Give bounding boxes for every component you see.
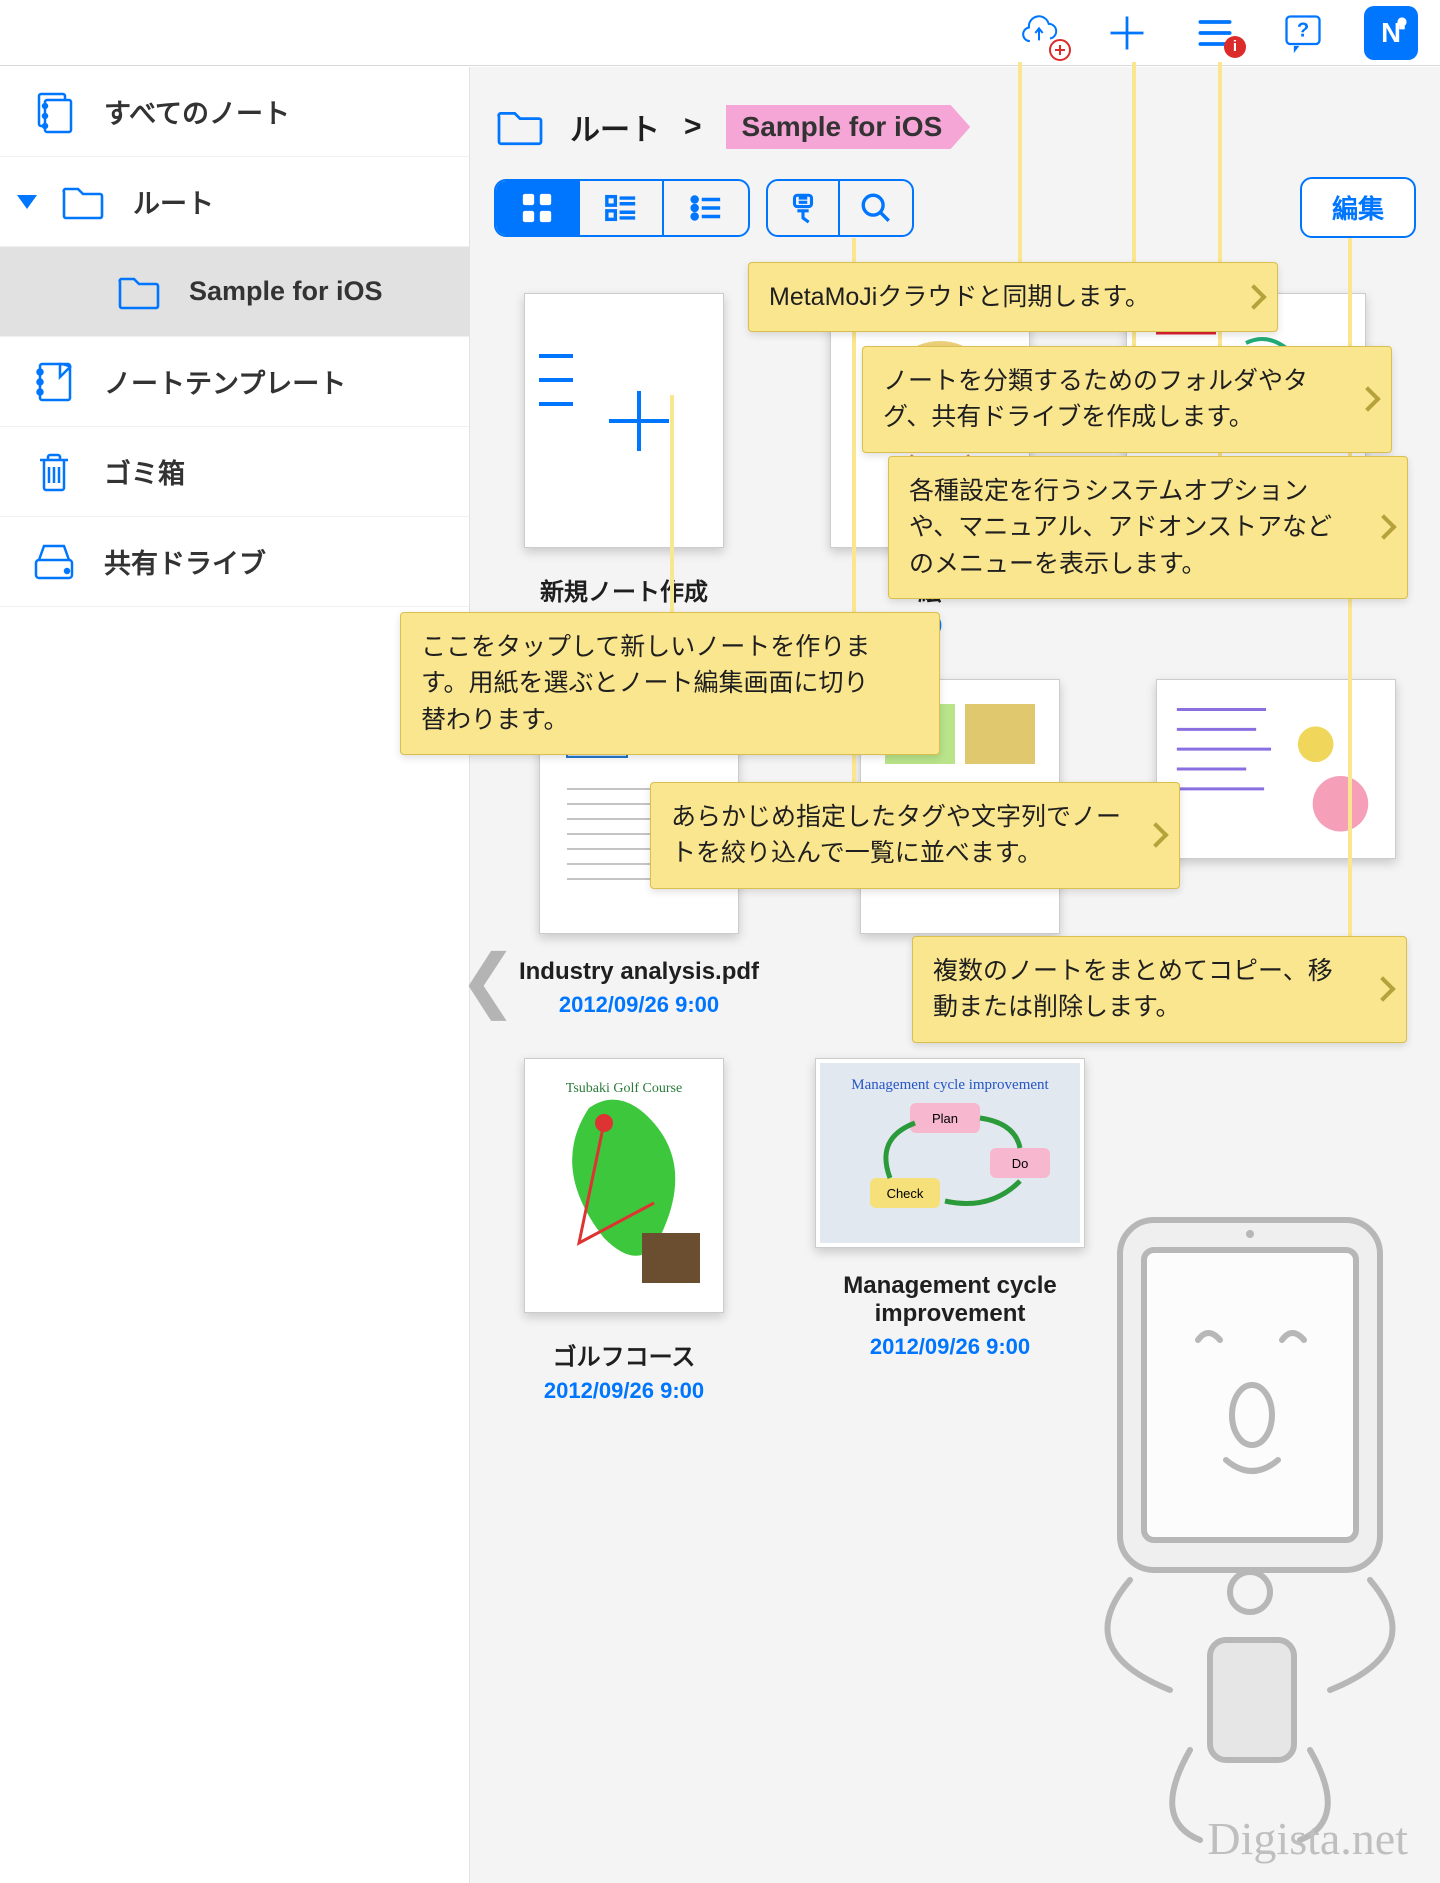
folder-icon xyxy=(115,268,163,316)
svg-text:Tsubaki Golf Course: Tsubaki Golf Course xyxy=(566,1081,682,1096)
mascot-illustration xyxy=(1030,1190,1420,1850)
grid-icon xyxy=(520,191,554,225)
breadcrumb-current: Sample for iOS xyxy=(726,105,971,149)
info-badge-icon: i xyxy=(1224,36,1246,58)
breadcrumb-separator: > xyxy=(684,110,702,144)
note-card-new[interactable]: 新規ノート作成 xyxy=(494,293,754,639)
search-icon xyxy=(859,191,893,225)
sub-toolbar: 編集 xyxy=(494,177,1416,238)
view-list-button[interactable] xyxy=(664,181,748,235)
chevron-right-icon xyxy=(1143,823,1168,848)
sidebar-item-label: ルート xyxy=(133,182,214,221)
sidebar-item-all-notes[interactable]: すべてのノート xyxy=(0,67,469,157)
note-lines-icon xyxy=(539,354,573,426)
folder-icon xyxy=(494,106,546,148)
callout-text: MetaMoJiクラウドと同期します。 xyxy=(769,283,1150,311)
note-title: 新規ノート作成 xyxy=(540,572,708,607)
callout-menu[interactable]: 各種設定を行うシステムオプションや、マニュアル、アドオンストアなどのメニューを表… xyxy=(888,456,1408,599)
cloud-sync-button[interactable] xyxy=(1012,6,1066,60)
sidebar-item-sample[interactable]: Sample for iOS xyxy=(0,247,469,337)
filter-icon xyxy=(786,191,820,225)
note-thumbnail xyxy=(1156,679,1396,859)
external-drive-icon xyxy=(30,538,78,586)
filter-group xyxy=(766,179,914,237)
sidebar-item-shared[interactable]: 共有ドライブ xyxy=(0,517,469,607)
caret-down-icon xyxy=(17,195,37,209)
note-card[interactable]: Tsubaki Golf Course ゴルフコース 2012/09/26 9:… xyxy=(494,1058,754,1404)
sidebar-item-label: すべてのノート xyxy=(104,92,290,131)
sidebar-item-templates[interactable]: ノートテンプレート xyxy=(0,337,469,427)
template-icon xyxy=(30,358,78,406)
top-toolbar: i ? N xyxy=(0,0,1440,66)
chevron-right-icon xyxy=(1241,284,1266,309)
callout-newnote[interactable]: ここをタップして新しいノートを作ります。用紙を選ぶとノート編集画面に切り替わりま… xyxy=(400,612,940,755)
add-button[interactable] xyxy=(1100,6,1154,60)
sidebar: すべてのノート ルート Sample for iOS ノートテンプレート xyxy=(0,67,470,1883)
callout-edit[interactable]: 複数のノートをまとめてコピー、移動または削除します。 xyxy=(912,936,1407,1043)
callout-text: ノートを分類するためのフォルダやタグ、共有ドライブを作成します。 xyxy=(883,367,1308,431)
help-icon: ? xyxy=(1281,11,1325,55)
golf-thumb-icon: Tsubaki Golf Course xyxy=(534,1068,714,1303)
sidebar-item-label: ノートテンプレート xyxy=(104,362,346,401)
note-thumbnail xyxy=(524,293,724,548)
view-mode-group xyxy=(494,179,750,237)
breadcrumb: ルート > Sample for iOS xyxy=(494,105,1416,149)
collapse-sidebar-handle[interactable]: ❮ xyxy=(473,940,503,1020)
notes-thumb-icon xyxy=(1157,684,1395,854)
filter-button[interactable] xyxy=(768,181,840,235)
add-icon xyxy=(1105,11,1149,55)
svg-text:Plan: Plan xyxy=(932,1111,958,1126)
cloud-add-badge-icon xyxy=(1048,38,1072,62)
detail-list-icon xyxy=(604,191,638,225)
note-title: ゴルフコース xyxy=(553,1337,696,1372)
note-title: Industry analysis.pdf xyxy=(519,958,759,986)
sidebar-item-label: ゴミ箱 xyxy=(104,452,185,491)
search-button[interactable] xyxy=(840,181,912,235)
chevron-right-icon xyxy=(1370,977,1395,1002)
callout-text: 複数のノートをまとめてコピー、移動または削除します。 xyxy=(933,957,1333,1021)
callout-text: あらかじめ指定したタグや文字列でノートを絞り込んで一覧に並べます。 xyxy=(671,803,1121,867)
note-date: 2012/09/26 9:00 xyxy=(559,992,719,1018)
svg-text:Check: Check xyxy=(887,1186,924,1201)
callout-add[interactable]: ノートを分類するためのフォルダやタグ、共有ドライブを作成します。 xyxy=(862,346,1392,453)
app-logo-icon: N xyxy=(1369,11,1413,55)
svg-text:?: ? xyxy=(1297,19,1309,41)
callout-text: ここをタップして新しいノートを作ります。用紙を選ぶとノート編集画面に切り替わりま… xyxy=(421,633,870,734)
trash-icon xyxy=(30,448,78,496)
note-date: 2012/09/26 9:00 xyxy=(544,1378,704,1404)
folder-icon xyxy=(59,178,107,226)
note-date: 2012/09/26 9:00 xyxy=(870,1334,1030,1360)
callout-filter[interactable]: あらかじめ指定したタグや文字列でノートを絞り込んで一覧に並べます。 xyxy=(650,782,1180,889)
plus-icon xyxy=(609,391,669,451)
menu-button[interactable]: i xyxy=(1188,6,1242,60)
callout-leader xyxy=(670,395,674,615)
view-grid-button[interactable] xyxy=(496,181,580,235)
edit-button[interactable]: 編集 xyxy=(1300,177,1416,238)
callout-leader xyxy=(1018,62,1022,264)
help-button[interactable]: ? xyxy=(1276,6,1330,60)
svg-text:Management cycle improvement: Management cycle improvement xyxy=(851,1077,1049,1093)
list-icon xyxy=(689,191,723,225)
all-notes-icon xyxy=(30,88,78,136)
sidebar-item-root[interactable]: ルート xyxy=(0,157,469,247)
sidebar-item-trash[interactable]: ゴミ箱 xyxy=(0,427,469,517)
view-detail-button[interactable] xyxy=(580,181,664,235)
svg-text:Do: Do xyxy=(1012,1156,1029,1171)
chevron-right-icon xyxy=(1371,515,1396,540)
callout-text: 各種設定を行うシステムオプションや、マニュアル、アドオンストアなどのメニューを表… xyxy=(909,477,1332,578)
sidebar-item-label: 共有ドライブ xyxy=(104,542,266,581)
sidebar-item-label: Sample for iOS xyxy=(189,276,383,307)
note-thumbnail: Tsubaki Golf Course xyxy=(524,1058,724,1313)
chevron-right-icon xyxy=(1355,387,1380,412)
callout-cloud[interactable]: MetaMoJiクラウドと同期します。 xyxy=(748,262,1278,332)
app-logo-button[interactable]: N xyxy=(1364,6,1418,60)
breadcrumb-root[interactable]: ルート xyxy=(570,105,660,149)
